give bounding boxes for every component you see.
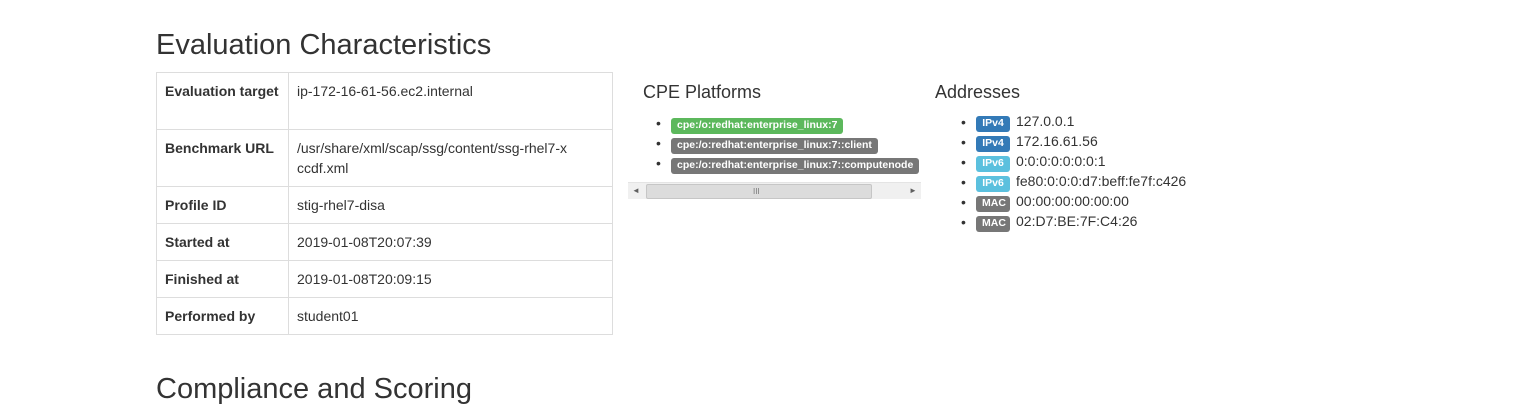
addresses-heading: Addresses — [935, 82, 1021, 102]
list-item: cpe:/o:redhat:enterprise_linux:7::comput… — [656, 155, 920, 175]
address-type-badge: IPv6 — [976, 156, 1010, 172]
profile-id-value: stig-rhel7-disa — [288, 186, 613, 224]
list-item: IPv4 127.0.0.1 — [961, 113, 1186, 133]
evaluation-table: Evaluation target ip-172-16-61-56.ec2.in… — [156, 72, 613, 335]
scroll-right-arrow-icon[interactable]: ► — [906, 184, 920, 198]
address-value: fe80:0:0:0:d7:beff:fe7f:c426 — [1016, 173, 1187, 189]
horizontal-scrollbar[interactable]: ◄ III ► — [628, 182, 921, 199]
table-row: Finished at 2019-01-08T20:09:15 — [156, 260, 613, 298]
address-value: 127.0.0.1 — [1016, 113, 1075, 129]
cpe-platform-list: cpe:/o:redhat:enterprise_linux:7 cpe:/o:… — [656, 115, 920, 175]
benchmark-url-key: Benchmark URL — [156, 129, 289, 187]
scroll-left-arrow-icon[interactable]: ◄ — [629, 184, 643, 198]
table-row: Started at 2019-01-08T20:07:39 — [156, 223, 613, 261]
address-type-badge: IPv4 — [976, 116, 1010, 132]
address-type-badge: IPv6 — [976, 176, 1010, 192]
cpe-platform-label: cpe:/o:redhat:enterprise_linux:7::client — [671, 138, 878, 154]
address-value: 172.16.61.56 — [1016, 133, 1098, 149]
address-value: 00:00:00:00:00:00 — [1016, 193, 1129, 209]
list-item: IPv6 fe80:0:0:0:d7:beff:fe7f:c426 — [961, 173, 1187, 193]
table-row: Performed by student01 — [156, 297, 613, 335]
evaluation-target-value: ip-172-16-61-56.ec2.internal — [288, 72, 613, 130]
profile-id-key: Profile ID — [156, 186, 289, 224]
list-item: IPv6 0:0:0:0:0:0:0:1 — [961, 153, 1186, 173]
finished-at-value: 2019-01-08T20:09:15 — [288, 260, 613, 298]
compliance-and-scoring-heading: Compliance and Scoring — [156, 373, 472, 405]
list-item: IPv4 172.16.61.56 — [961, 133, 1186, 153]
address-type-badge: MAC — [976, 196, 1010, 212]
list-item: MAC 00:00:00:00:00:00 — [961, 193, 1186, 213]
finished-at-key: Finished at — [156, 260, 289, 298]
list-item: cpe:/o:redhat:enterprise_linux:7 — [656, 115, 919, 135]
cpe-platforms-heading: CPE Platforms — [643, 82, 762, 102]
benchmark-url-value: /usr/share/xml/scap/ssg/content/ssg-rhel… — [288, 129, 613, 187]
scrollbar-thumb[interactable]: III — [646, 184, 872, 199]
table-row: Benchmark URL /usr/share/xml/scap/ssg/co… — [156, 129, 613, 187]
evaluation-characteristics-heading: Evaluation Characteristics — [156, 29, 492, 61]
started-at-key: Started at — [156, 223, 289, 261]
address-type-badge: MAC — [976, 216, 1010, 232]
scrollbar-grip-icon: III — [753, 187, 760, 196]
started-at-value: 2019-01-08T20:07:39 — [288, 223, 613, 261]
cpe-platforms-scroll-container[interactable]: cpe:/o:redhat:enterprise_linux:7 cpe:/o:… — [628, 113, 921, 199]
table-row: Profile ID stig-rhel7-disa — [156, 186, 613, 224]
address-value: 02:D7:BE:7F:C4:26 — [1016, 213, 1138, 229]
address-value: 0:0:0:0:0:0:0:1 — [1016, 153, 1106, 169]
evaluation-target-key: Evaluation target — [156, 72, 289, 130]
performed-by-key: Performed by — [156, 297, 289, 335]
address-type-badge: IPv4 — [976, 136, 1010, 152]
cpe-platform-label: cpe:/o:redhat:enterprise_linux:7::comput… — [671, 158, 920, 174]
performed-by-value: student01 — [288, 297, 613, 335]
list-item: cpe:/o:redhat:enterprise_linux:7::client — [656, 135, 919, 155]
address-list: IPv4 127.0.0.1 IPv4 172.16.61.56 IPv6 0:0:0… — [961, 113, 1187, 233]
list-item: MAC 02:D7:BE:7F:C4:26 — [961, 213, 1186, 233]
cpe-platform-label: cpe:/o:redhat:enterprise_linux:7 — [671, 118, 844, 134]
table-row: Evaluation target ip-172-16-61-56.ec2.in… — [156, 72, 613, 130]
